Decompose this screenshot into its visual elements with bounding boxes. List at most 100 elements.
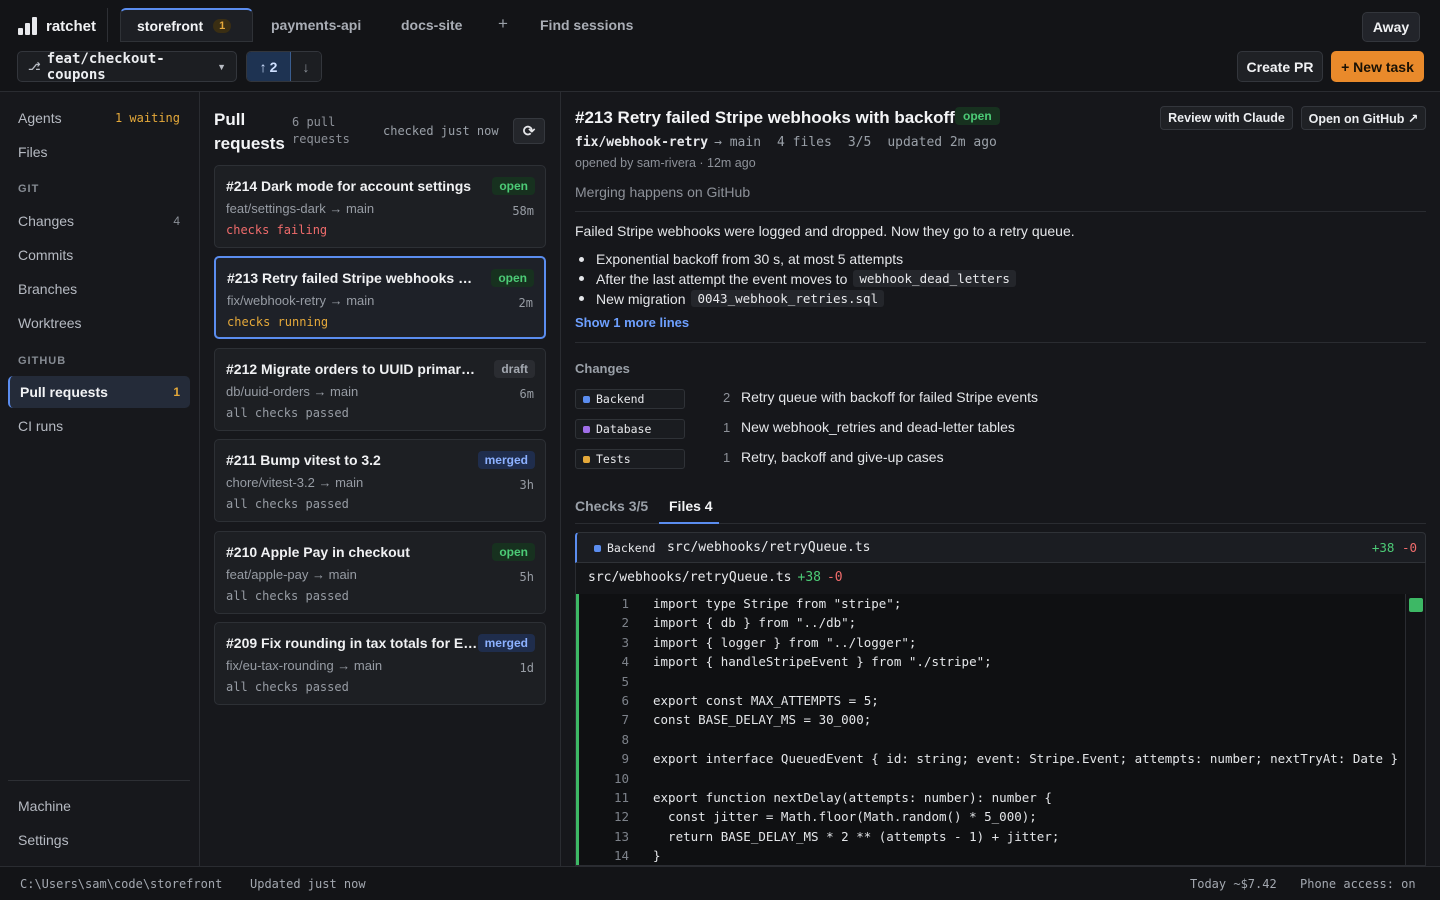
refresh-icon[interactable]: ⟳ bbox=[513, 118, 545, 144]
status-phone-access[interactable]: Phone access: on bbox=[1300, 877, 1416, 891]
code-text: const jitter = Math.floor(Math.random() … bbox=[653, 809, 1037, 825]
open-on-github-button[interactable]: Open on GitHub ↗ bbox=[1301, 106, 1426, 130]
session-tab-docs-site[interactable]: docs-site bbox=[385, 8, 478, 42]
pr-card-title: #209 Fix rounding in tax totals for EU o… bbox=[226, 635, 480, 651]
status-badge: open bbox=[491, 269, 534, 287]
pr-card-checks: all checks passed bbox=[226, 497, 349, 511]
pr-card[interactable]: #214 Dark mode for account settings open f… bbox=[214, 165, 546, 248]
review-with-claude-button[interactable]: Review with Claude bbox=[1160, 106, 1293, 130]
sidebar-item-machine[interactable]: Machine bbox=[8, 790, 190, 822]
pr-card[interactable]: #212 Migrate orders to UUID primary keys… bbox=[214, 348, 546, 431]
diff-view: src/webhooks/retryQueue.ts +38 -0 1 impor… bbox=[575, 563, 1426, 866]
branch-icon: ⎇ bbox=[28, 61, 41, 73]
sidebar-section-git: GIT bbox=[18, 183, 40, 195]
pr-card-title: #211 Bump vitest to 3.2 bbox=[226, 452, 381, 468]
pr-card-checks: all checks passed bbox=[226, 406, 349, 420]
top-bar: ratchet storefront 1 payments-api docs-s… bbox=[0, 0, 1440, 92]
push-button[interactable]: ↑ 2 bbox=[247, 52, 291, 81]
pr-opened-by: opened by sam-rivera · 12m ago bbox=[575, 156, 756, 170]
session-tab-label: payments-api bbox=[271, 17, 362, 33]
line-number: 7 bbox=[621, 712, 629, 728]
session-tab-storefront[interactable]: storefront 1 bbox=[120, 8, 253, 42]
sidebar-item-settings[interactable]: Settings bbox=[8, 824, 190, 856]
change-tag: Tests bbox=[575, 449, 685, 469]
new-task-button[interactable]: + New task bbox=[1331, 51, 1424, 82]
code-line: 11 export function nextDelay(attempts: nu… bbox=[579, 788, 1419, 807]
code-line: 10 bbox=[579, 769, 1419, 788]
sidebar-item-changes[interactable]: Changes 4 bbox=[8, 205, 190, 237]
pr-card-age: 5h bbox=[519, 570, 534, 584]
sidebar-item-worktrees[interactable]: Worktrees bbox=[8, 307, 190, 339]
pr-title: #213 Retry failed Stripe webhooks with b… bbox=[575, 108, 955, 127]
sidebar: Agents 1 waiting Files GIT Changes 4 Com… bbox=[0, 92, 200, 866]
square-icon bbox=[583, 455, 590, 463]
session-tab-payments-api[interactable]: payments-api bbox=[255, 8, 377, 42]
diff-deletions: -0 bbox=[826, 570, 843, 585]
pr-summary: Failed Stripe webhooks were logged and d… bbox=[575, 223, 1075, 239]
code-text: import { handleStripeEvent } from "./str… bbox=[653, 654, 992, 670]
line-number: 4 bbox=[621, 654, 629, 670]
pr-card-age: 6m bbox=[519, 387, 534, 401]
change-row[interactable]: Database 1 New webhook_retries and dead-le… bbox=[575, 419, 1175, 441]
line-number: 12 bbox=[613, 809, 629, 825]
sidebar-item-commits[interactable]: Commits bbox=[8, 239, 190, 271]
status-badge: merged bbox=[477, 451, 535, 469]
line-number: 2 bbox=[621, 615, 629, 631]
sidebar-item-pull-requests[interactable]: Pull requests 1 bbox=[8, 376, 190, 408]
pr-card[interactable]: #213 Retry failed Stripe webhooks with b… bbox=[214, 256, 546, 339]
pr-card[interactable]: #211 Bump vitest to 3.2 merged chore/vites… bbox=[214, 439, 546, 522]
change-tag-label: Database bbox=[596, 422, 652, 436]
square-icon bbox=[594, 544, 601, 552]
change-row[interactable]: Backend 2 Retry queue with backoff for fai… bbox=[575, 389, 1175, 411]
status-path: C:\Users\sam\code\storefront bbox=[20, 877, 223, 891]
file-additions: +38 bbox=[1371, 540, 1395, 555]
sidebar-item-branches[interactable]: Branches bbox=[8, 273, 190, 305]
diff-body: 1 import type Stripe from "stripe"; 2 impor… bbox=[576, 594, 1425, 865]
code-line: 1 import type Stripe from "stripe"; bbox=[579, 594, 1419, 613]
push-count: 2 bbox=[269, 58, 278, 75]
branch-picker[interactable]: ⎇ feat/checkout-coupons ▼ bbox=[17, 50, 237, 83]
pull-requests-count: 1 bbox=[173, 385, 180, 399]
code-text: return BASE_DELAY_MS * 2 ** (attempts - … bbox=[653, 828, 1060, 844]
app-name: ratchet bbox=[46, 17, 97, 35]
bullet-text: After the last attempt the event moves t… bbox=[596, 270, 848, 287]
pr-files-count: 4 files bbox=[777, 135, 832, 150]
show-more-link[interactable]: Show 1 more lines bbox=[575, 315, 689, 330]
sidebar-item-ci-runs[interactable]: CI runs bbox=[8, 410, 190, 442]
file-tag: Backend bbox=[587, 538, 657, 558]
pr-card-age: 1d bbox=[519, 661, 534, 675]
changes-count: 4 bbox=[173, 214, 180, 228]
away-button[interactable]: Away bbox=[1362, 12, 1420, 42]
code-text: } bbox=[653, 848, 661, 864]
inline-code: webhook_dead_letters bbox=[853, 270, 1016, 287]
status-badge: open bbox=[492, 543, 535, 561]
pr-card-branch: chore/vitest-3.2 → main bbox=[226, 475, 364, 490]
change-tag-label: Backend bbox=[596, 392, 645, 406]
change-tag: Database bbox=[575, 419, 685, 439]
line-number: 14 bbox=[613, 848, 629, 864]
pr-card-title: #213 Retry failed Stripe webhooks with b… bbox=[227, 270, 481, 286]
branch-name: feat/checkout-coupons bbox=[46, 50, 165, 83]
change-row[interactable]: Tests 1 Retry, backoff and give-up cases bbox=[575, 449, 1175, 471]
scroll-thumb[interactable] bbox=[1409, 598, 1423, 612]
pull-button[interactable]: ↓ bbox=[291, 52, 321, 81]
scrollbar[interactable] bbox=[1405, 594, 1425, 865]
status-badge: open bbox=[955, 107, 1000, 125]
find-sessions-button[interactable]: Find sessions bbox=[540, 17, 633, 33]
session-tab-badge: 1 bbox=[213, 18, 232, 33]
divider bbox=[107, 8, 108, 42]
pr-list-checked-time: checked just now bbox=[383, 124, 499, 138]
tab-checks[interactable]: Checks 3/5 bbox=[575, 498, 648, 514]
file-header[interactable]: Backend src/webhooks/retryQueue.ts +38 -… bbox=[575, 532, 1426, 563]
sidebar-item-label: Settings bbox=[18, 832, 69, 848]
pr-card[interactable]: #210 Apple Pay in checkout open feat/apple… bbox=[214, 531, 546, 614]
sidebar-item-agents[interactable]: Agents 1 waiting bbox=[8, 102, 190, 134]
sidebar-item-label: Changes bbox=[18, 213, 75, 229]
sidebar-item-files[interactable]: Files bbox=[8, 136, 190, 168]
plus-icon[interactable]: + bbox=[498, 14, 508, 34]
create-pr-button[interactable]: Create PR bbox=[1237, 51, 1323, 82]
code-text: import { logger } from "../logger"; bbox=[653, 634, 917, 650]
code-line: 8 bbox=[579, 730, 1419, 749]
pr-card[interactable]: #209 Fix rounding in tax totals for EU o… bbox=[214, 622, 546, 705]
tab-files[interactable]: Files 4 bbox=[669, 498, 713, 514]
